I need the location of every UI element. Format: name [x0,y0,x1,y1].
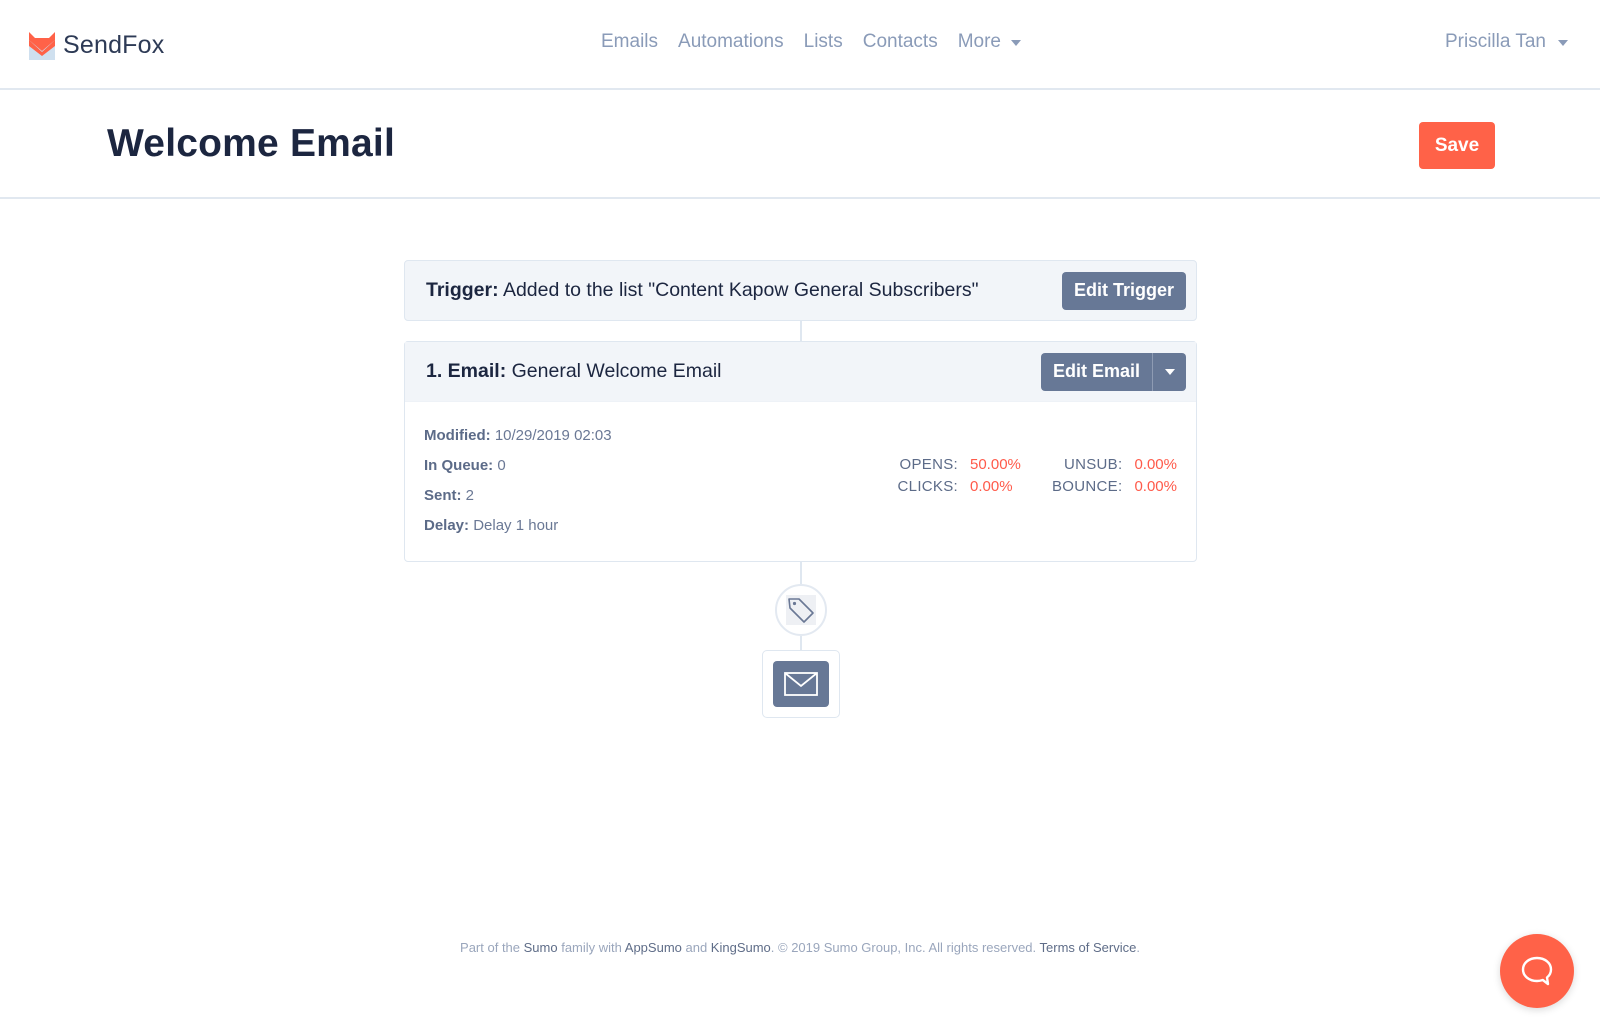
footer-link-kingsumo[interactable]: KingSumo [711,940,771,955]
email-step-body: Modified: 10/29/2019 02:03 In Queue: 0 S… [405,402,1196,562]
stat-unsub-value: 0.00% [1134,456,1177,473]
email-step-label: 1. Email: [426,360,507,382]
email-step-name: General Welcome Email [511,360,722,382]
footer-text: . [1136,940,1140,955]
stat-opens-value: 50.00% [970,456,1021,473]
save-button[interactable]: Save [1419,122,1495,169]
stat-bounce-value: 0.00% [1134,478,1177,495]
meta-modified: Modified: 10/29/2019 02:03 [424,426,612,456]
meta-label: Delay: [424,517,470,534]
meta-value: 0 [497,457,506,474]
add-email-button[interactable] [772,661,829,707]
stat-bounce-label: BOUNCE: [1052,478,1123,495]
trigger-card: Trigger: Added to the list "Content Kapo… [404,260,1197,321]
user-name: Priscilla Tan [1444,31,1546,52]
meta-value: 2 [465,487,475,504]
automation-flow: Trigger: Added to the list "Content Kapo… [404,260,1197,718]
footer-link-sumo[interactable]: Sumo [524,940,558,955]
tag-icon [785,595,816,625]
email-stats: OPENS: 50.00% UNSUB: 0.00% CLICKS: 0.00%… [898,456,1177,495]
top-navbar: SendFox Emails Automations Lists Contact… [0,0,1600,90]
chevron-down-icon [1164,368,1175,375]
trigger-label: Trigger: [426,279,499,301]
chat-bubble-icon [1521,956,1553,986]
footer: Part of the Sumo family with AppSumo and… [0,940,1600,955]
chevron-down-icon [1558,40,1568,46]
chevron-down-icon [1011,40,1021,46]
edit-email-button[interactable]: Edit Email [1040,352,1152,391]
add-tag-node[interactable] [774,584,827,636]
nav-automations[interactable]: Automations [678,31,784,53]
meta-value: Delay 1 hour [473,517,559,534]
footer-link-terms[interactable]: Terms of Service [1040,940,1137,955]
page-title: Welcome Email [107,122,395,165]
flow-connector [799,636,802,650]
nav-emails[interactable]: Emails [601,31,658,53]
nav-more-label: More [957,31,1001,52]
stat-clicks-label: CLICKS: [897,478,958,495]
email-step-card: 1. Email: General Welcome Email Edit Ema… [404,341,1197,562]
meta-label: Modified: [424,427,491,444]
flow-connector [799,562,802,584]
meta-label: In Queue: [424,457,494,474]
nav-more-dropdown[interactable]: More [958,31,1021,53]
flow-connector [799,321,802,341]
trigger-text: Added to the list "Content Kapow General… [502,279,979,301]
meta-value: 10/29/2019 02:03 [494,427,612,444]
footer-text: and [681,940,711,955]
chat-launcher-button[interactable] [1500,934,1574,1008]
meta-sent: Sent: 2 [424,486,612,516]
edit-trigger-button[interactable]: Edit Trigger [1061,271,1186,310]
stat-opens-label: OPENS: [899,456,958,473]
email-step-heading: 1. Email: General Welcome Email [426,360,722,383]
page-header: Welcome Email Save [0,90,1600,199]
edit-email-button-group: Edit Email [1040,352,1186,391]
footer-text: Part of the [460,940,524,955]
email-meta-list: Modified: 10/29/2019 02:03 In Queue: 0 S… [424,426,612,546]
footer-link-appsumo[interactable]: AppSumo [625,940,682,955]
nav-lists[interactable]: Lists [804,31,843,53]
trigger-heading: Trigger: Added to the list "Content Kapo… [426,279,979,302]
add-email-node [761,650,840,718]
meta-in-queue: In Queue: 0 [424,456,612,486]
email-options-dropdown-toggle[interactable] [1152,352,1186,391]
stat-unsub-label: UNSUB: [1063,456,1123,473]
stat-clicks-value: 0.00% [970,478,1013,495]
email-step-header: 1. Email: General Welcome Email Edit Ema… [405,342,1196,402]
envelope-icon [783,672,818,696]
user-menu-dropdown[interactable]: Priscilla Tan [1445,31,1568,53]
meta-label: Sent: [424,487,462,504]
footer-text: . © 2019 Sumo Group, Inc. All rights res… [770,940,1040,955]
footer-text: family with [557,940,625,955]
meta-delay: Delay: Delay 1 hour [424,516,612,546]
main-nav: Emails Automations Lists Contacts More [0,31,1600,53]
nav-contacts[interactable]: Contacts [863,31,938,53]
